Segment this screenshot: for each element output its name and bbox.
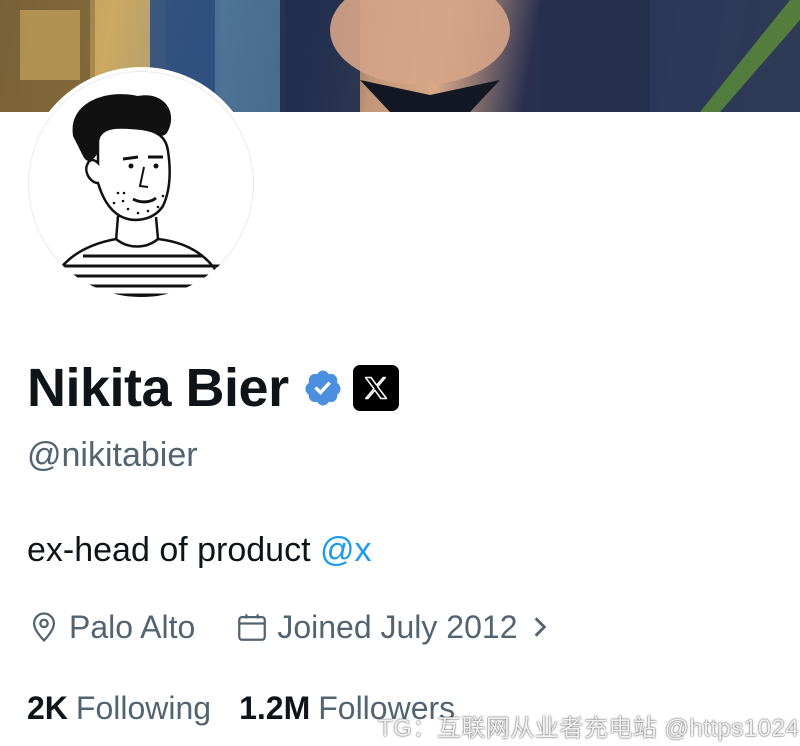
following-label: Following xyxy=(75,690,212,726)
joined-item[interactable]: Joined July 2012 xyxy=(235,609,557,646)
verified-badge-icon[interactable] xyxy=(303,368,343,408)
location-item: Palo Alto xyxy=(27,609,195,646)
chevron-right-icon xyxy=(535,617,547,637)
following-link[interactable]: 2K Following xyxy=(27,690,211,727)
location-pin-icon xyxy=(32,612,56,643)
avatar-illustration xyxy=(46,94,230,297)
following-count: 2K xyxy=(27,690,68,726)
watermark-text: TG：互联网从业者充电站 @https1024 xyxy=(378,715,800,742)
display-name: Nikita Bier xyxy=(27,358,289,418)
bio-text: ex-head of product xyxy=(27,531,320,569)
location-text: Palo Alto xyxy=(69,608,196,645)
x-logo-icon[interactable] xyxy=(352,365,399,411)
user-handle: @nikitabier xyxy=(27,436,198,474)
calendar-icon xyxy=(238,614,267,641)
profile-meta: Palo Alto Joined July 2012 xyxy=(27,604,557,650)
profile-avatar[interactable] xyxy=(24,67,258,301)
joined-text: Joined July 2012 xyxy=(277,608,518,645)
followers-count: 1.2M xyxy=(239,690,311,726)
name-row: Nikita Bier xyxy=(27,352,399,424)
profile-bio: ex-head of product @x xyxy=(27,531,371,570)
bio-mention-link[interactable]: @x xyxy=(320,531,372,569)
